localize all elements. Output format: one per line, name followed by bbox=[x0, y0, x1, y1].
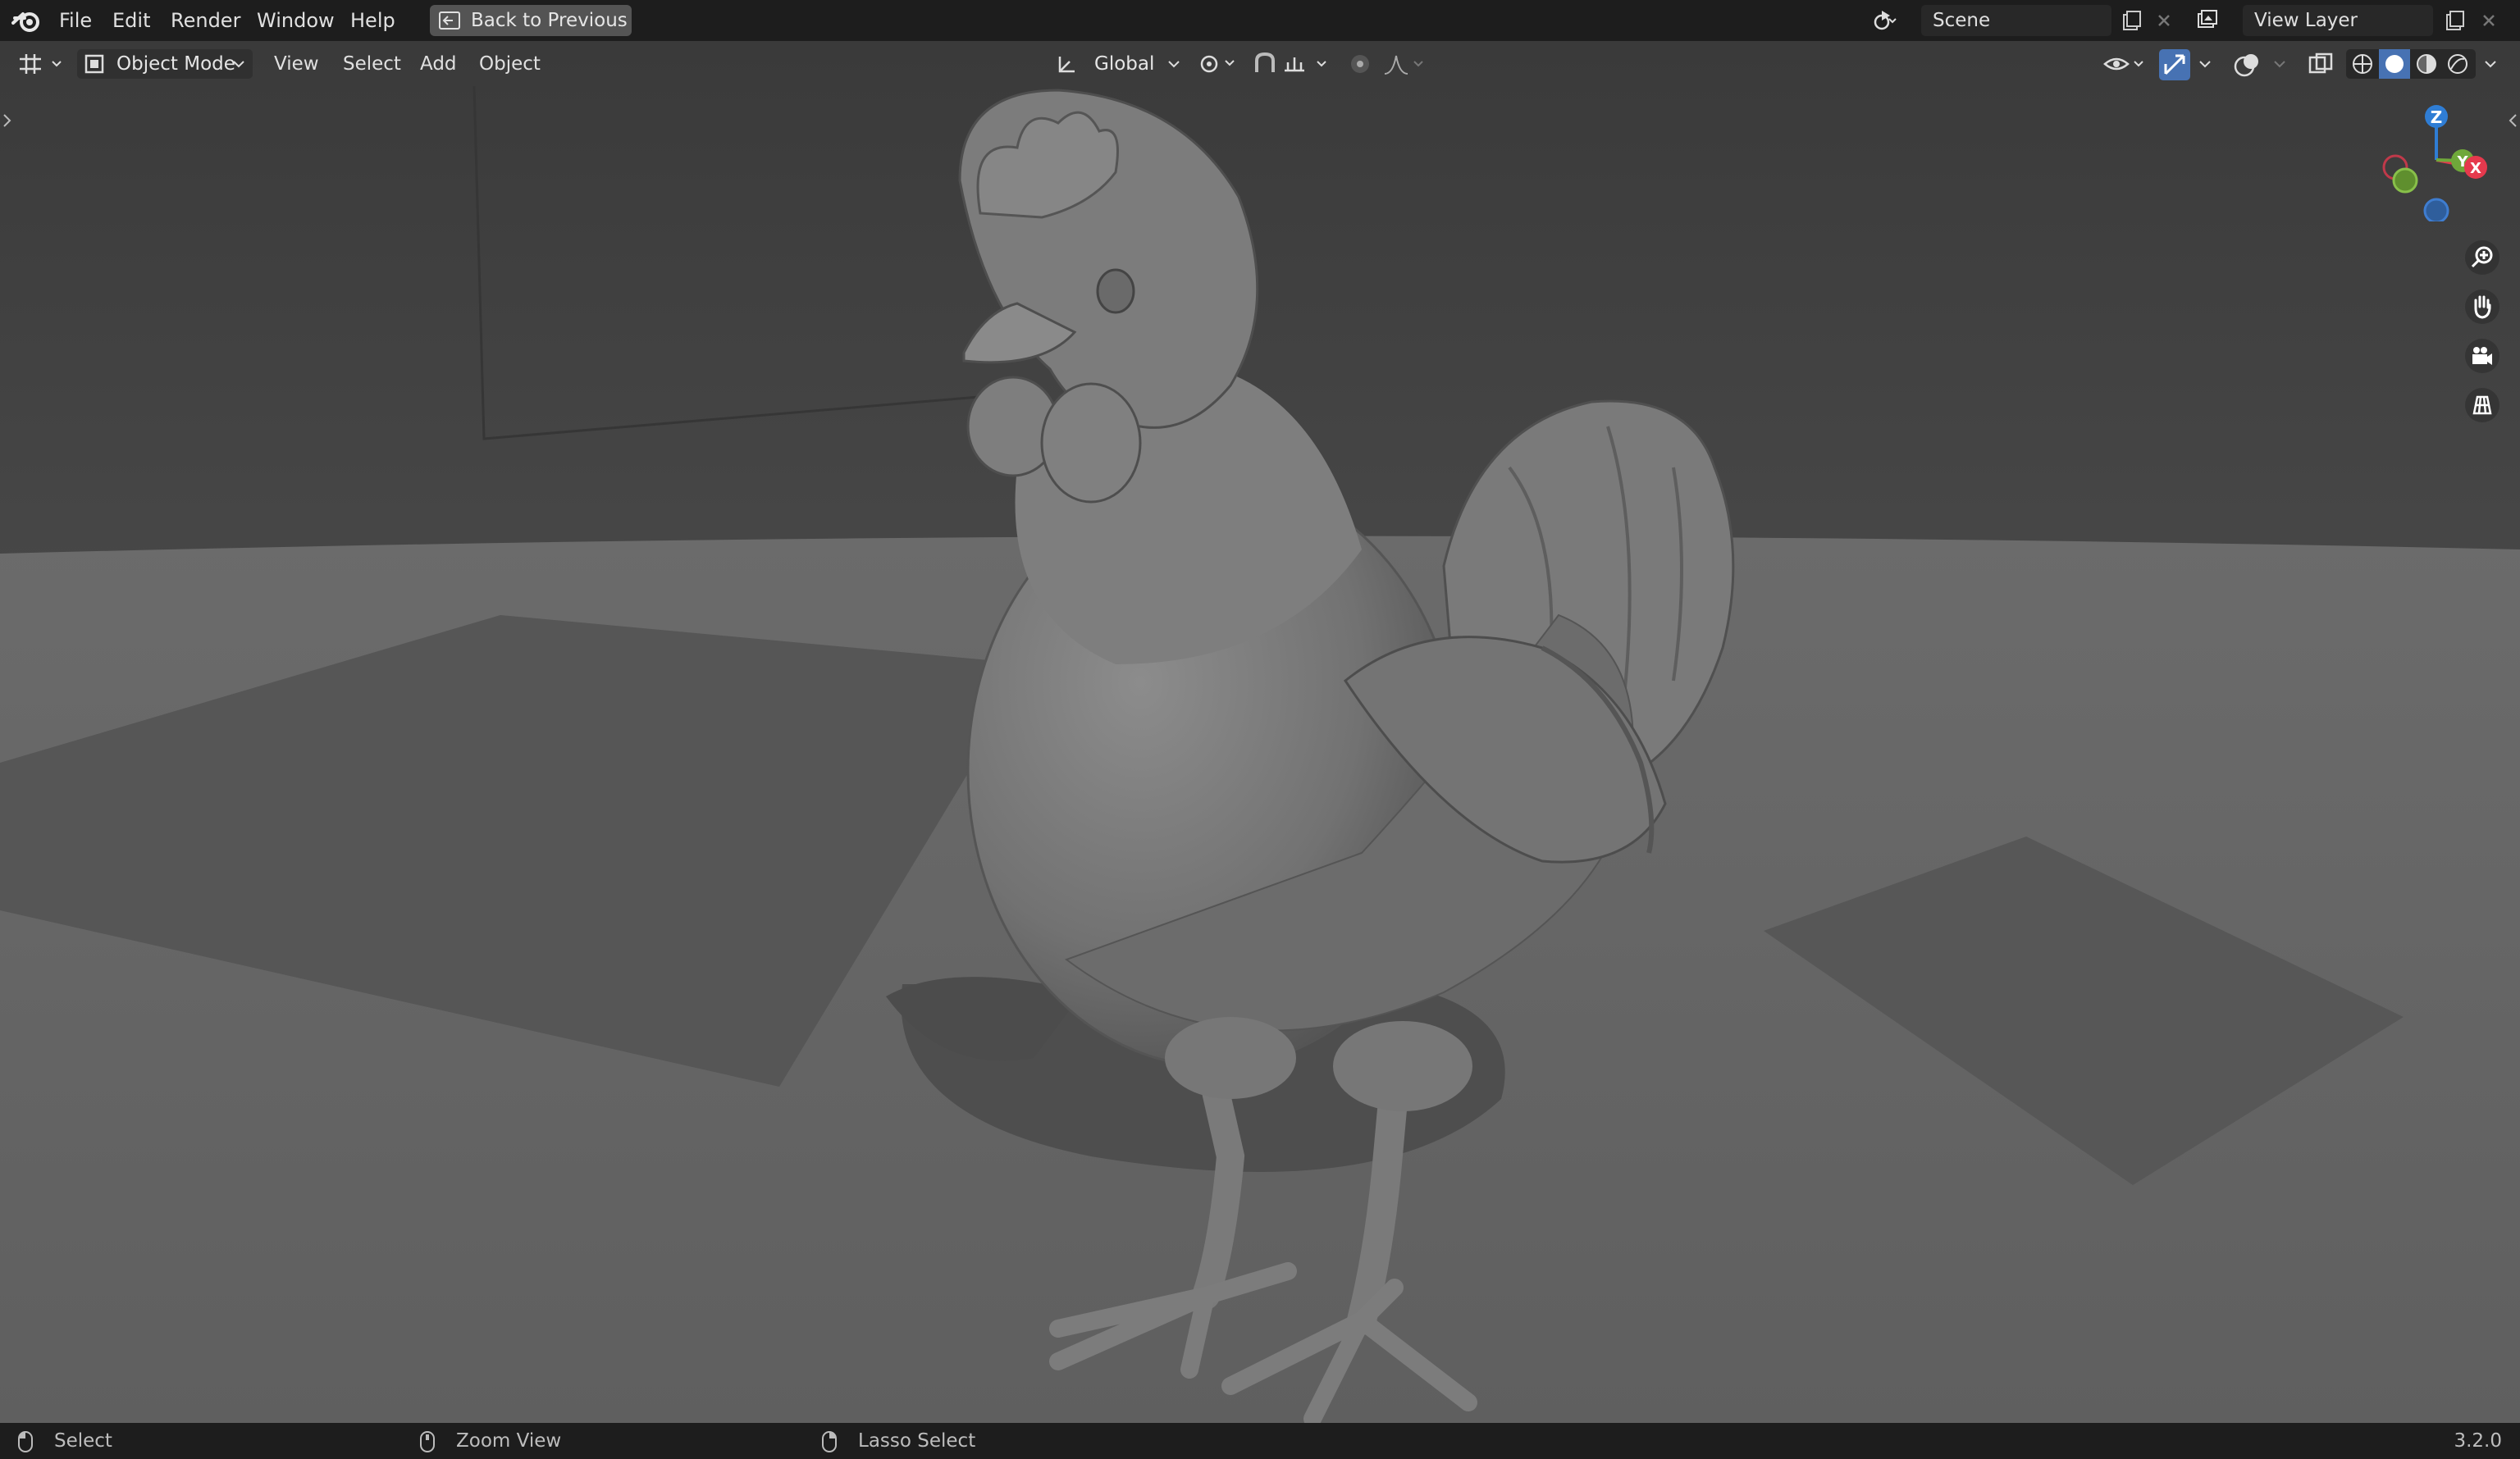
menu-window[interactable]: Window bbox=[252, 0, 340, 41]
status-bar: Select Zoom View Lasso Select 3.2.0 bbox=[0, 1423, 2520, 1459]
menu-render[interactable]: Render bbox=[166, 0, 245, 41]
material-preview-icon[interactable] bbox=[2415, 52, 2438, 75]
transform-orientation-icon bbox=[1058, 57, 1075, 73]
viewport-menu-object[interactable]: Object bbox=[479, 48, 541, 80]
chevron-down-icon[interactable] bbox=[2271, 52, 2290, 76]
chicken-thigh-right bbox=[1333, 1021, 1472, 1111]
gizmo-x-label: X bbox=[2470, 160, 2481, 177]
toolbar-expand-icon[interactable] bbox=[2, 110, 13, 131]
wireframe-shading-icon[interactable] bbox=[2351, 52, 2374, 75]
mode-label: Object Mode bbox=[116, 53, 235, 75]
snap-target-icon[interactable] bbox=[1281, 51, 1334, 77]
overlay-icon[interactable] bbox=[2233, 51, 2266, 79]
gizmo-z-label: Z bbox=[2431, 107, 2443, 127]
back-to-previous-button[interactable]: Back to Previous bbox=[430, 5, 632, 36]
status-lasso-select: Lasso Select bbox=[858, 1430, 976, 1452]
zoom-icon[interactable] bbox=[2464, 239, 2500, 276]
viewport-menu-add[interactable]: Add bbox=[420, 48, 457, 80]
view-layer-name-field[interactable]: View Layer bbox=[2243, 5, 2433, 36]
back-button-label: Back to Previous bbox=[471, 10, 628, 31]
gizmo-toggle-icon[interactable] bbox=[2159, 49, 2190, 80]
chicken-eye bbox=[1096, 268, 1135, 314]
status-select: Select bbox=[54, 1430, 112, 1452]
back-arrow-icon bbox=[439, 11, 460, 30]
shading-mode-group bbox=[2346, 49, 2476, 79]
navigation-gizmo[interactable]: Z Y X bbox=[2371, 98, 2502, 221]
close-view-layer-icon[interactable] bbox=[2476, 7, 2502, 34]
mode-selector[interactable]: Object Mode bbox=[77, 49, 253, 79]
orientation-label: Global bbox=[1094, 53, 1155, 75]
scene-render bbox=[0, 41, 2520, 1423]
view-layer-icon[interactable] bbox=[2195, 7, 2221, 34]
new-view-layer-icon[interactable] bbox=[2441, 7, 2468, 34]
scene-name-field[interactable]: Scene bbox=[1921, 5, 2111, 36]
viewport-header: Object Mode View Select Add Object Globa… bbox=[0, 41, 2520, 87]
close-scene-icon[interactable] bbox=[2151, 7, 2177, 34]
chicken-thigh-left bbox=[1165, 1017, 1296, 1099]
xray-icon[interactable] bbox=[2307, 51, 2335, 79]
proportional-editing-icon[interactable] bbox=[1347, 51, 1373, 77]
object-mode-icon bbox=[84, 54, 104, 74]
rendered-shading-icon[interactable] bbox=[2446, 52, 2469, 75]
mouse-right-icon bbox=[822, 1431, 837, 1452]
new-scene-icon[interactable] bbox=[2118, 7, 2144, 34]
view-layer-name: View Layer bbox=[2254, 10, 2358, 31]
blender-logo-icon[interactable] bbox=[11, 7, 44, 34]
editor-type-3d-viewport-icon[interactable] bbox=[16, 51, 64, 77]
chicken-wattle-right bbox=[1040, 382, 1142, 504]
viewport-menu-select[interactable]: Select bbox=[343, 48, 401, 80]
top-menu-bar: File Edit Render Window Help Back to Pre… bbox=[0, 0, 2520, 41]
sidebar-expand-icon[interactable] bbox=[2507, 110, 2518, 131]
menu-help[interactable]: Help bbox=[345, 0, 400, 41]
eye-icon[interactable] bbox=[2102, 51, 2148, 77]
mouse-middle-icon bbox=[420, 1431, 435, 1452]
mouse-left-icon bbox=[18, 1431, 33, 1452]
pan-hand-icon[interactable] bbox=[2464, 289, 2500, 325]
chevron-down-icon bbox=[233, 61, 244, 68]
scene-type-icon[interactable] bbox=[1872, 7, 1898, 34]
menu-file[interactable]: File bbox=[54, 0, 97, 41]
version-label: 3.2.0 bbox=[2454, 1430, 2502, 1452]
camera-icon[interactable] bbox=[2464, 338, 2500, 374]
chevron-down-icon bbox=[1168, 61, 1180, 68]
proportional-falloff-icon[interactable] bbox=[1381, 51, 1431, 77]
solid-shading-icon[interactable] bbox=[2383, 52, 2406, 75]
menu-edit[interactable]: Edit bbox=[107, 0, 155, 41]
status-zoom-view: Zoom View bbox=[456, 1430, 562, 1452]
chevron-down-icon[interactable] bbox=[2195, 52, 2218, 76]
transform-orientation-dropdown[interactable]: Global bbox=[1052, 49, 1186, 79]
chevron-down-icon[interactable] bbox=[2481, 52, 2504, 76]
scene-name: Scene bbox=[1933, 10, 1991, 31]
3d-viewport[interactable]: Object Mode View Select Add Object Globa… bbox=[0, 41, 2520, 1423]
snap-icon[interactable] bbox=[1250, 51, 1280, 77]
viewport-menu-view[interactable]: View bbox=[274, 48, 319, 80]
orthographic-grid-icon[interactable] bbox=[2464, 387, 2500, 423]
pivot-point-icon[interactable] bbox=[1196, 52, 1242, 76]
